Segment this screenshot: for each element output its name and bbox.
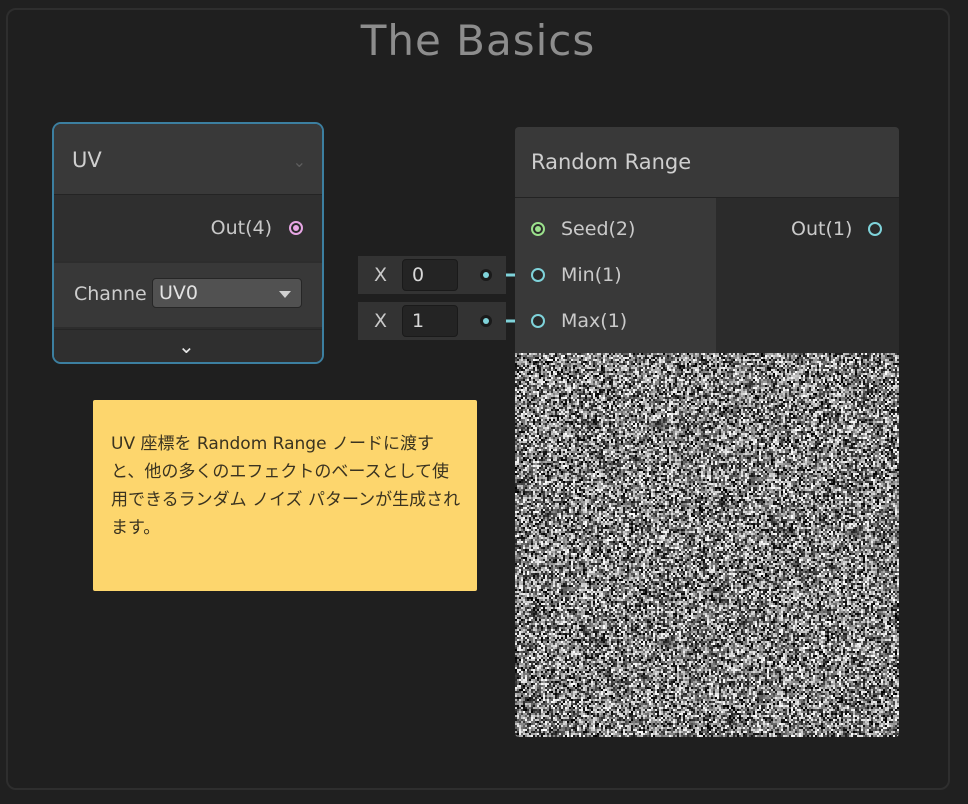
min-inline-field: X 0 — [358, 256, 506, 294]
seed-input-port[interactable] — [531, 222, 545, 236]
random-range-title: Random Range — [531, 150, 692, 174]
min-axis-label: X — [374, 264, 388, 286]
max-axis-label: X — [374, 310, 388, 332]
chevron-down-icon[interactable]: ⌄ — [293, 152, 306, 171]
uv-output-label: Out(4) — [210, 217, 272, 239]
chevron-down-icon[interactable]: ⌄ — [178, 334, 195, 358]
min-inline-port[interactable] — [480, 269, 492, 281]
noise-canvas — [515, 353, 899, 737]
group-title[interactable]: The Basics — [0, 16, 956, 65]
random-range-header[interactable]: Random Range — [515, 127, 899, 198]
channel-label: Channe — [74, 283, 147, 305]
uv-output-port[interactable] — [289, 221, 303, 235]
sticky-note[interactable]: UV 座標を Random Range ノードに渡すと、他の多くのエフェクトのベ… — [93, 400, 477, 591]
channel-value: UV0 — [159, 282, 198, 304]
random-range-inputs: Seed(2) Min(1) Max(1) — [515, 198, 716, 353]
max-inline-field: X 1 — [358, 302, 506, 340]
channel-dropdown[interactable]: UV0 — [152, 278, 302, 308]
uv-node-ports: Out(4) — [54, 195, 322, 261]
seed-label: Seed(2) — [561, 218, 636, 240]
max-label: Max(1) — [561, 310, 628, 332]
random-range-node[interactable]: Random Range Seed(2) Min(1) Max(1) Out(1… — [515, 127, 899, 737]
uv-node-header[interactable]: UV ⌄ — [54, 124, 322, 195]
dropdown-arrow-icon — [279, 291, 291, 298]
out-port[interactable] — [868, 222, 882, 236]
min-value: 0 — [412, 264, 425, 286]
uv-node-settings: Channe UV0 — [54, 263, 322, 327]
uv-node-expand-bar[interactable]: ⌄ — [54, 329, 322, 362]
max-value: 1 — [412, 310, 425, 332]
min-label: Min(1) — [561, 264, 622, 286]
min-input-port[interactable] — [531, 268, 545, 282]
noise-preview — [515, 353, 899, 737]
max-value-input[interactable]: 1 — [402, 305, 458, 337]
max-input-port[interactable] — [531, 314, 545, 328]
random-range-outputs: Out(1) — [718, 198, 899, 353]
uv-node[interactable]: UV ⌄ Out(4) Channe UV0 ⌄ — [52, 122, 324, 364]
uv-node-title: UV — [72, 148, 102, 172]
out-label: Out(1) — [791, 218, 853, 240]
min-value-input[interactable]: 0 — [402, 259, 458, 291]
max-inline-port[interactable] — [480, 315, 492, 327]
sticky-note-text[interactable]: UV 座標を Random Range ノードに渡すと、他の多くのエフェクトのベ… — [111, 430, 461, 542]
